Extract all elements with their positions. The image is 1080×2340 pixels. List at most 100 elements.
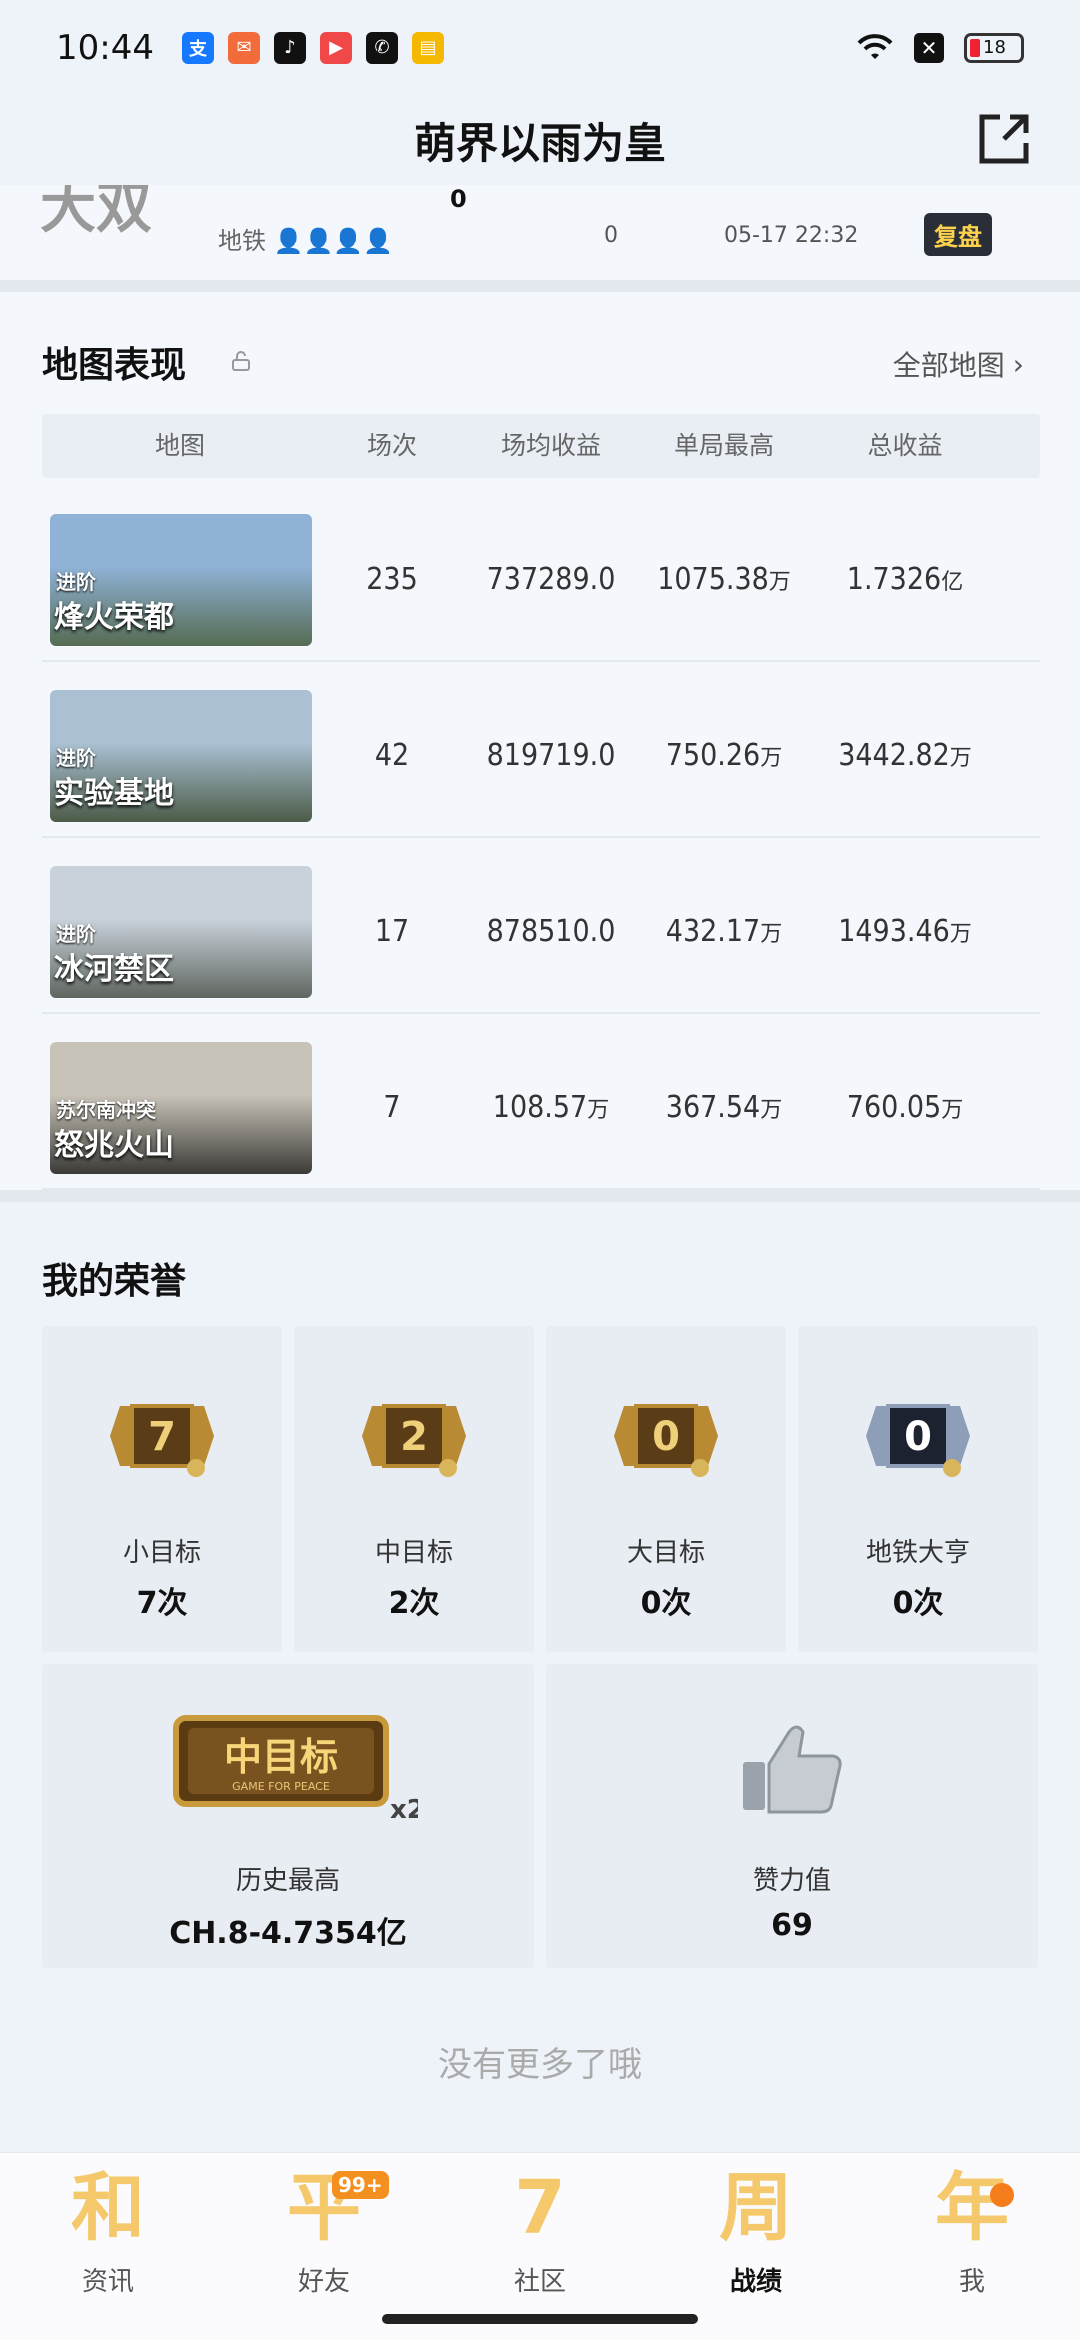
status-time: 10:44: [56, 27, 154, 68]
map-name: 实验基地: [54, 776, 174, 811]
matches-cell-value: 235: [366, 562, 418, 597]
wechat-glyph: ✆: [374, 37, 390, 58]
honor-count: 2次: [388, 1586, 440, 1621]
honor-card[interactable]: 0 大目标 0次: [546, 1326, 786, 1652]
map-tier-tag: 苏尔南冲突: [56, 1098, 156, 1122]
mail-glyph: ✉: [236, 37, 252, 58]
honor-badge-icon: 2: [362, 1404, 466, 1477]
section-divider: [0, 1190, 1080, 1202]
svg-text:2: 2: [400, 1414, 428, 1460]
map-tier-tag: 进阶: [56, 746, 96, 770]
best-game-cell-value: 367.54: [665, 1090, 761, 1125]
column-header-avg: 场均收益: [500, 431, 601, 460]
nav-news[interactable]: 和资讯: [28, 2163, 188, 2298]
video-icon: ▶: [319, 31, 352, 64]
map-thumbnail: 进阶 实验基地: [50, 690, 312, 822]
battery-level: 18: [983, 37, 1006, 58]
history-best-value: CH.8-4.7354亿: [169, 1916, 407, 1951]
home-indicator[interactable]: [382, 2314, 698, 2324]
notification-dot: [990, 2183, 1014, 2207]
avg-income-cell-value: 878510.0: [486, 914, 616, 949]
map-row[interactable]: 进阶 烽火荣都 235 737289.0 1075.38万 1.7326亿: [42, 486, 1040, 662]
result-text-partial: 大双: [40, 185, 152, 241]
map-row[interactable]: 进阶 冰河禁区 17 878510.0 432.17万 1493.46万: [42, 838, 1040, 1014]
record-time: 05-17 22:32: [724, 223, 859, 248]
map-row[interactable]: 进阶 实验基地 42 819719.0 750.26万 3442.82万: [42, 662, 1040, 838]
honor-card[interactable]: 7 小目标 7次: [42, 1326, 282, 1652]
honor-label: 中目标: [374, 1538, 453, 1568]
nav-friends[interactable]: 平好友 99+: [244, 2163, 404, 2298]
map-table-header: 地图 场次 场均收益 单局最高 总收益: [42, 414, 1040, 478]
avg-income-cell-value: 737289.0: [486, 562, 616, 597]
avg-income-cell: 737289.0: [466, 514, 636, 646]
total-income-cell-value: 1493.46: [838, 914, 950, 949]
history-best-card[interactable]: 中目标 GAME FOR PEACE x2 历史最高 CH.8-4.7354亿: [42, 1664, 534, 1968]
column-header-map: 地图: [154, 431, 205, 460]
nav-records[interactable]: 周战绩: [676, 2163, 836, 2298]
nav-community[interactable]: 7 社区: [460, 2163, 620, 2298]
honor-card[interactable]: 0 地铁大亨 0次: [798, 1326, 1038, 1652]
wechat-icon: ✆: [365, 31, 398, 64]
best-game-cell: 432.17万: [636, 866, 812, 998]
like-card[interactable]: 赞力值 69: [546, 1664, 1038, 1968]
share-icon[interactable]: [974, 109, 1034, 169]
svg-text:中目标: 中目标: [224, 1735, 338, 1779]
total-income-cell-value: 3442.82: [838, 738, 950, 773]
lock-icon: [232, 351, 250, 371]
total-income-cell: 760.05万: [812, 1042, 998, 1174]
nav-me[interactable]: 年我: [892, 2163, 1052, 2298]
best-game-cell-value: 750.26: [665, 738, 761, 773]
svg-text:0: 0: [652, 1414, 680, 1460]
honor-count: 7次: [136, 1586, 188, 1621]
nav-news-label: 资讯: [81, 2267, 134, 2297]
honor-badge-icon: 7: [110, 1404, 214, 1477]
map-name: 怒兆火山: [54, 1128, 174, 1163]
avg-income-cell: 819719.0: [466, 690, 636, 822]
best-game-cell: 750.26万: [636, 690, 812, 822]
map-row[interactable]: 苏尔南冲突 怒兆火山 7 108.57万 367.54万 760.05万: [42, 1014, 1040, 1190]
best-game-cell-value: 1075.38: [657, 562, 769, 597]
total-income-cell-value: 1.7326: [846, 562, 942, 597]
total-income-cell-value: 760.05: [846, 1090, 942, 1125]
best-game-cell: 367.54万: [636, 1042, 812, 1174]
section-divider: [0, 280, 1080, 292]
replay-button[interactable]: 复盘: [924, 213, 992, 256]
map-tier-tag: 进阶: [56, 922, 96, 946]
header: 萌界以雨为皇: [0, 95, 1080, 185]
map-section-title: 地图表现: [42, 345, 187, 386]
honor-badge-icon: 0: [866, 1404, 970, 1477]
notes-icon: ▤: [411, 31, 444, 64]
best-game-cell-unit: 万: [760, 1098, 783, 1123]
nav-news-icon: 和: [71, 2165, 145, 2251]
column-header-matches: 场次: [366, 431, 417, 460]
honor-label: 大目标: [626, 1538, 705, 1568]
no-more-text: 没有更多了哦: [438, 2045, 642, 2085]
honor-card[interactable]: 2 中目标 2次: [294, 1326, 534, 1652]
record-row-partial[interactable]: 大双 0 地铁 👤👤👤👤 0 05-17 22:32 复盘: [0, 185, 1080, 280]
nav-records-icon: 周: [719, 2165, 793, 2251]
nav-records-label: 战绩: [729, 2267, 782, 2297]
notes-glyph: ▤: [419, 37, 437, 58]
total-income-cell-unit: 万: [949, 746, 972, 771]
record-mode: 地铁 👤👤👤👤: [218, 227, 394, 255]
kills-partial: 0: [450, 185, 467, 213]
map-name: 冰河禁区: [54, 952, 174, 987]
nav-me-label: 我: [958, 2267, 985, 2297]
thumbs-up-icon: [743, 1725, 842, 1814]
avg-income-cell: 878510.0: [466, 866, 636, 998]
history-best-label: 历史最高: [235, 1866, 340, 1896]
nav-friends-label: 好友: [297, 2267, 350, 2297]
total-income-cell: 1.7326亿: [812, 514, 998, 646]
map-thumbnail: 进阶 烽火荣都: [50, 514, 312, 646]
alipay-icon: 支: [181, 31, 214, 64]
total-income-cell: 1493.46万: [812, 866, 998, 998]
total-income-cell: 3442.82万: [812, 690, 998, 822]
all-maps-label: 全部地图: [892, 349, 1005, 382]
total-income-cell-unit: 万: [941, 1098, 964, 1123]
honor-label: 地铁大亨: [865, 1538, 970, 1568]
nav-me-icon: 年: [935, 2165, 1009, 2251]
sim-off-icon: ✕: [914, 32, 944, 63]
matches-cell: 235: [318, 514, 466, 646]
record-kills: 0: [604, 223, 618, 248]
all-maps-link[interactable]: 全部地图 ›: [893, 344, 1024, 384]
